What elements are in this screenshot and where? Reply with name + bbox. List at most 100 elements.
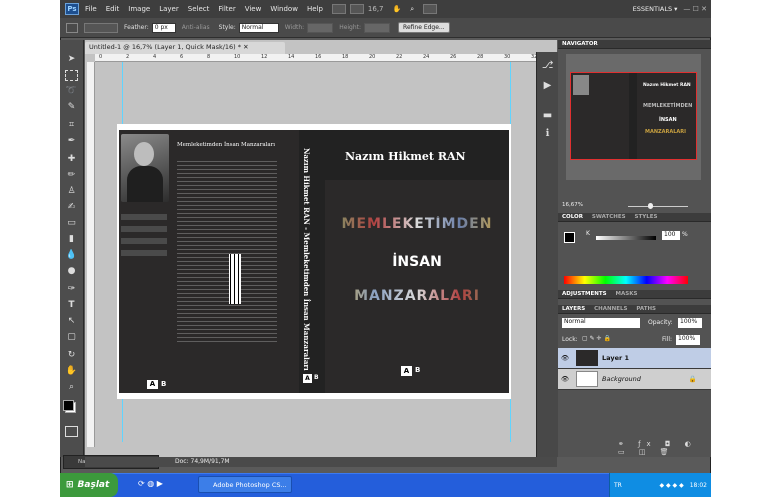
width-input[interactable] (307, 22, 334, 33)
ruler-mark: 10 (234, 54, 241, 60)
masks-tab[interactable]: MASKS (616, 291, 638, 297)
tray-icons[interactable]: ◆ ◆ ◆ ◆ (660, 482, 684, 489)
feather-input[interactable]: 0 px (151, 22, 176, 33)
layer-thumbnail (576, 350, 598, 366)
type-tool-icon[interactable]: T (65, 300, 78, 311)
arrange-documents-button[interactable] (423, 4, 438, 14)
foreground-color-swatch[interactable] (63, 400, 74, 411)
zoom-tool-icon[interactable]: ⌕ (65, 382, 78, 393)
workspace-switcher[interactable]: ESSENTIALS ▾ (633, 5, 678, 13)
navigator-zoom[interactable]: 16,67% (562, 202, 583, 208)
start-button[interactable]: ⊞ Başlat (60, 473, 118, 497)
menu-view[interactable]: View (245, 5, 262, 13)
clone-stamp-tool-icon[interactable]: ♙ (65, 186, 78, 197)
styles-tab[interactable]: STYLES (635, 214, 658, 220)
quick-mask-icon[interactable] (65, 426, 78, 437)
paths-tab[interactable]: PATHS (636, 306, 656, 312)
selection-mode-icons[interactable] (84, 22, 118, 33)
zoom-level-select[interactable]: 16,7 (368, 5, 384, 13)
lasso-tool-icon[interactable]: ➰ (65, 86, 78, 97)
move-tool-icon[interactable]: ➤ (65, 54, 78, 65)
visibility-eye-icon[interactable]: 👁 (558, 375, 572, 383)
opacity-input[interactable]: 100% (678, 318, 702, 328)
hand-tool-icon[interactable]: ✋ (65, 366, 78, 377)
gradient-tool-icon[interactable]: ▮ (65, 234, 78, 245)
back-decor-bar (121, 214, 167, 220)
color-spectrum-bar[interactable] (564, 276, 688, 284)
quick-select-tool-icon[interactable]: ✎ (65, 102, 78, 113)
menu-layer[interactable]: Layer (159, 5, 179, 13)
menu-image[interactable]: Image (128, 5, 150, 13)
path-select-tool-icon[interactable]: ↖ (65, 316, 78, 327)
blend-mode-select[interactable]: Normal (562, 318, 640, 328)
screen-mode-button[interactable] (349, 4, 364, 14)
eraser-tool-icon[interactable]: ▭ (65, 218, 78, 229)
taskbar-photoshop-button[interactable]: Adobe Photoshop CS... (198, 476, 292, 493)
history-panel-icon[interactable]: ⎇ (541, 60, 554, 72)
crop-tool-icon[interactable]: ⌗ (65, 120, 78, 131)
height-input[interactable] (364, 22, 391, 33)
menu-select[interactable]: Select (188, 5, 210, 13)
layer-name[interactable]: Background (602, 375, 641, 383)
antialias-checkbox[interactable]: Anti-alias (182, 24, 210, 31)
color-tab[interactable]: COLOR (562, 214, 583, 220)
menu-help[interactable]: Help (307, 5, 323, 13)
refine-edge-button[interactable]: Refine Edge... (398, 22, 450, 33)
brush-tool-icon[interactable]: ✏ (65, 170, 78, 181)
style-select[interactable]: Normal (238, 22, 279, 33)
layer-footer-icons[interactable]: ⚭ ƒx ◘ ◐ ▭ ◫ 🗑 (618, 440, 711, 456)
ruler-mark: 4 (153, 54, 157, 60)
window-controls[interactable]: — ☐ ✕ (683, 5, 707, 13)
visibility-eye-icon[interactable]: 👁 (558, 354, 572, 362)
info-panel-icon[interactable]: ℹ (541, 128, 554, 140)
zoom-tool-icon[interactable]: ⌕ (410, 5, 414, 14)
color-foreground-swatch[interactable] (564, 232, 575, 243)
layer-row-background[interactable]: 👁 Background 🔒 (558, 369, 711, 390)
document-tab[interactable]: Untitled-1 @ 16,7% (Layer 1, Quick Mask/… (85, 42, 285, 54)
k-value-input[interactable]: 100 (662, 231, 680, 240)
ruler-mark: 26 (450, 54, 457, 60)
bridge-button[interactable] (331, 4, 346, 14)
layer-name[interactable]: Layer 1 (602, 354, 629, 362)
ruler-mark: 30 (504, 54, 511, 60)
fill-input[interactable]: 100% (676, 335, 700, 345)
eyedropper-tool-icon[interactable]: ✒ (65, 136, 78, 147)
navigator-tab[interactable]: NAVIGATOR (558, 40, 711, 49)
system-tray: TR ◆ ◆ ◆ ◆ 18:02 (609, 473, 711, 497)
navigator-zoom-thumb[interactable] (648, 203, 653, 209)
layers-tab[interactable]: LAYERS (562, 306, 585, 312)
navigator-title-3: MANZARALARI (645, 129, 687, 135)
navigator-view-box[interactable]: Nazım Hikmet RAN MEMLEKETİMDEN İNSAN MAN… (570, 72, 697, 160)
lock-icons[interactable]: ▢ ✎ ✛ 🔒 (582, 335, 611, 342)
menu-file[interactable]: File (85, 5, 97, 13)
adjustments-tab[interactable]: ADJUSTMENTS (562, 291, 607, 297)
history-brush-tool-icon[interactable]: ✍ (65, 202, 78, 213)
canvas[interactable]: Memleketimden İnsan Manzaraları A B Nazı… (117, 124, 511, 399)
k-slider[interactable] (596, 236, 656, 240)
marquee-preset-icon[interactable] (66, 22, 78, 33)
opacity-label: Opacity: (648, 319, 673, 326)
menu-window[interactable]: Window (270, 5, 298, 13)
pen-tool-icon[interactable]: ✑ (65, 284, 78, 295)
language-indicator[interactable]: TR (614, 482, 622, 489)
hand-tool-icon[interactable]: ✋ (393, 5, 402, 13)
navigator-preview[interactable]: Nazım Hikmet RAN MEMLEKETİMDEN İNSAN MAN… (566, 54, 701, 180)
healing-brush-tool-icon[interactable]: ✚ (65, 154, 78, 165)
marquee-tool-icon[interactable] (65, 70, 78, 81)
collapsed-panel-dock: ⎇ ▶ ▬ ℹ (536, 52, 558, 457)
feather-label: Feather: (124, 24, 149, 31)
actions-panel-icon[interactable]: ▶ (541, 80, 554, 92)
3d-rotate-tool-icon[interactable]: ↻ (65, 350, 78, 361)
brushes-panel-icon[interactable]: ▬ (541, 110, 554, 122)
dodge-tool-icon[interactable]: ● (65, 266, 78, 277)
layer-row-layer1[interactable]: 👁 Layer 1 (558, 348, 711, 369)
menu-filter[interactable]: Filter (218, 5, 235, 13)
navigator-zoom-slider[interactable] (628, 206, 688, 207)
channels-tab[interactable]: CHANNELS (594, 306, 627, 312)
quick-launch-icons[interactable]: ⟳ ◍ ▶ (138, 479, 163, 488)
menu-edit[interactable]: Edit (106, 5, 120, 13)
color-panel-tabs: COLOR SWATCHES STYLES (558, 213, 711, 222)
blur-tool-icon[interactable]: 💧 (65, 250, 78, 261)
shape-tool-icon[interactable]: ▢ (65, 332, 78, 343)
swatches-tab[interactable]: SWATCHES (592, 214, 626, 220)
